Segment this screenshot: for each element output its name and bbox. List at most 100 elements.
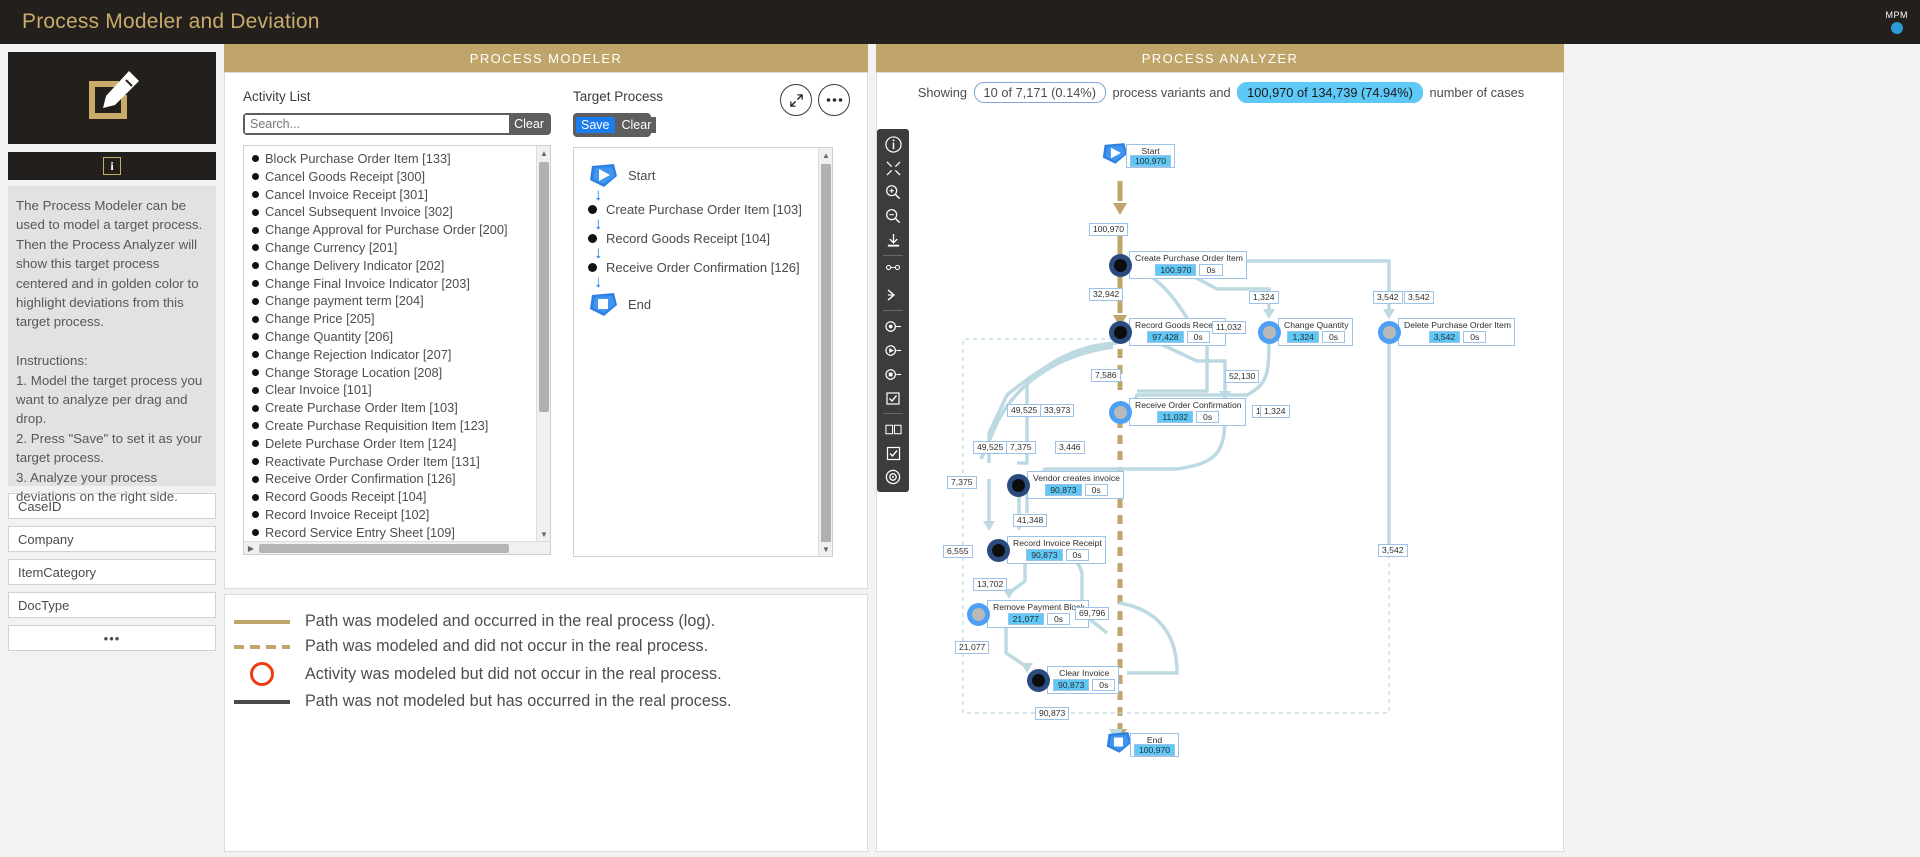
- bullet-icon: [252, 457, 259, 465]
- graph-edges: [962, 181, 1395, 741]
- target-scroll-down-arrow[interactable]: ▼: [819, 542, 832, 556]
- activity-item[interactable]: Record Goods Receipt [104]: [248, 488, 550, 506]
- activity-item[interactable]: Clear Invoice [101]: [248, 381, 550, 399]
- search-bar: Clear: [243, 113, 551, 135]
- bullet-icon: [252, 333, 259, 341]
- cases-pill[interactable]: 100,970 of 134,739 (74.94%): [1237, 82, 1423, 103]
- variants-pill[interactable]: 10 of 7,171 (0.14%): [973, 82, 1106, 103]
- graph-node-receive-order-confirmation[interactable]: Receive Order Confirmation 11,032 0s: [1109, 398, 1246, 426]
- activity-item[interactable]: Change Delivery Indicator [202]: [248, 257, 550, 275]
- target-scroll-thumb[interactable]: [821, 164, 831, 544]
- activity-item[interactable]: Change Storage Location [208]: [248, 364, 550, 382]
- help-text: The Process Modeler can be used to model…: [8, 186, 216, 504]
- activity-item-label: Change Approval for Purchase Order [200]: [265, 222, 508, 238]
- target-process-vertical-scrollbar[interactable]: ▲ ▼: [818, 148, 832, 556]
- bullet-icon: [252, 529, 259, 537]
- scroll-down-arrow[interactable]: ▼: [537, 527, 550, 541]
- end-stop-icon: [1105, 730, 1132, 759]
- sidebar-more-button[interactable]: •••: [8, 625, 216, 651]
- target-start-label: Start: [628, 167, 656, 183]
- activity-item[interactable]: Receive Order Confirmation [126]: [248, 470, 550, 488]
- graph-node-clear-invoice[interactable]: Clear Invoice 90,873 0s: [1027, 666, 1120, 694]
- activity-item[interactable]: Change Rejection Indicator [207]: [248, 346, 550, 364]
- activity-item[interactable]: Cancel Invoice Receipt [301]: [248, 186, 550, 204]
- bullet-icon: [252, 475, 259, 483]
- edge-label: 21,077: [955, 641, 990, 654]
- graph-node-remove-payment-block[interactable]: Remove Payment Block 21,077 0s: [967, 600, 1089, 628]
- hscroll-thumb[interactable]: [259, 544, 509, 553]
- clear-button[interactable]: Clear: [616, 117, 657, 133]
- node-label: Receive Order Confirmation 11,032 0s: [1129, 398, 1246, 426]
- scroll-up-arrow[interactable]: ▲: [537, 146, 550, 160]
- graph-node-delete-purchase-order-item[interactable]: Delete Purchase Order Item 3,542 0s: [1378, 318, 1515, 346]
- sidebar-field-company[interactable]: Company: [8, 526, 216, 552]
- node-ring-icon: [967, 602, 990, 626]
- flow-arrow-icon: ↓: [594, 272, 603, 291]
- activity-item[interactable]: Change Final Invoice Indicator [203]: [248, 275, 550, 293]
- activity-item[interactable]: Change Price [205]: [248, 310, 550, 328]
- activity-item[interactable]: Create Purchase Requisition Item [123]: [248, 417, 550, 435]
- activity-item[interactable]: Change payment term [204]: [248, 292, 550, 310]
- activity-item[interactable]: Change Approval for Purchase Order [200]: [248, 221, 550, 239]
- edge-label: 33,973: [1040, 404, 1075, 417]
- sidebar-field-itemcategory[interactable]: ItemCategory: [8, 559, 216, 585]
- graph-node-change-quantity[interactable]: Change Quantity 1,324 0s: [1258, 318, 1353, 346]
- graph-node-start[interactable]: Start 100,970: [1101, 141, 1176, 170]
- edge-label: 3,542: [1378, 544, 1408, 557]
- node-label: Change Quantity 1,324 0s: [1278, 318, 1353, 346]
- bullet-icon: [252, 262, 259, 270]
- target-step[interactable]: Record Goods Receipt [104]: [588, 231, 832, 246]
- edit-pencil-square-icon: [81, 67, 143, 130]
- activity-item[interactable]: Reactivate Purchase Order Item [131]: [248, 453, 550, 471]
- node-ring-icon: [1027, 668, 1050, 692]
- target-step[interactable]: Receive Order Confirmation [126]: [588, 260, 832, 275]
- target-process-canvas[interactable]: Start ↓ Create Purchase Order Item [103] ↓…: [573, 147, 833, 557]
- expand-arrows-icon[interactable]: [780, 84, 812, 116]
- activity-item[interactable]: Record Service Entry Sheet [109]: [248, 524, 550, 542]
- activity-item[interactable]: Block Purchase Order Item [133]: [248, 150, 550, 168]
- graph-node-end[interactable]: End 100,970: [1105, 730, 1180, 759]
- target-scroll-up-arrow[interactable]: ▲: [819, 148, 832, 162]
- edge-label: 11,032: [1212, 321, 1246, 334]
- dashed-gold-line-icon: [231, 644, 293, 649]
- graph-node-record-goods-receipt[interactable]: Record Goods Receipt 97,428 0s: [1109, 318, 1226, 346]
- bullet-icon: [252, 351, 259, 359]
- bullet-icon: [252, 404, 259, 412]
- search-clear-button[interactable]: Clear: [509, 116, 549, 132]
- activity-item[interactable]: Change Currency [201]: [248, 239, 550, 257]
- graph-node-vendor-creates-invoice[interactable]: Vendor creates invoice 90,873 0s: [1007, 471, 1124, 499]
- activity-item[interactable]: Record Invoice Receipt [102]: [248, 506, 550, 524]
- activity-item[interactable]: Create Purchase Order Item [103]: [248, 399, 550, 417]
- sidebar-field-doctype[interactable]: DocType: [8, 592, 216, 618]
- save-button[interactable]: Save: [576, 117, 615, 133]
- page-title: Process Modeler and Deviation: [22, 10, 320, 33]
- info-card[interactable]: i: [8, 152, 216, 180]
- brand-logo: MPM: [1886, 10, 1920, 34]
- graph-node-record-invoice-receipt[interactable]: Record Invoice Receipt 90,873 0s: [987, 536, 1106, 564]
- bullet-icon: [252, 368, 259, 376]
- target-end-node[interactable]: End: [588, 291, 832, 317]
- ellipsis-icon[interactable]: [818, 84, 850, 116]
- process-graph[interactable]: Start 100,970 Create Purchase Order Item…: [877, 133, 1563, 851]
- activity-item[interactable]: Cancel Subsequent Invoice [302]: [248, 203, 550, 221]
- solid-gold-line-icon: [231, 619, 293, 624]
- graph-node-create-purchase-order-item[interactable]: Create Purchase Order Item 100,970 0s: [1109, 251, 1247, 279]
- legend-row: Path was not modeled but has occurred in…: [231, 689, 867, 714]
- activity-item[interactable]: Cancel Goods Receipt [300]: [248, 168, 550, 186]
- target-step[interactable]: Create Purchase Order Item [103]: [588, 202, 832, 217]
- target-steps: ↓ Create Purchase Order Item [103] ↓ Record…: [588, 186, 832, 275]
- search-input[interactable]: [245, 115, 510, 133]
- target-start-node[interactable]: Start: [588, 162, 832, 188]
- edge-label: 1,324: [1249, 291, 1279, 304]
- node-ring-icon: [1109, 400, 1132, 424]
- bullet-icon: [588, 234, 597, 243]
- scroll-right-arrow[interactable]: ▶: [244, 542, 258, 554]
- scroll-thumb[interactable]: [539, 162, 549, 412]
- activity-item[interactable]: Change Quantity [206]: [248, 328, 550, 346]
- modeler-header: PROCESS MODELER: [224, 44, 868, 72]
- activity-list-vertical-scrollbar[interactable]: ▲ ▼: [536, 146, 550, 554]
- target-step-label: Create Purchase Order Item [103]: [606, 202, 802, 217]
- activity-item[interactable]: Delete Purchase Order Item [124]: [248, 435, 550, 453]
- activity-list-horizontal-scrollbar[interactable]: ◀ ▶: [244, 541, 550, 554]
- edge-label: 7,375: [1006, 441, 1036, 454]
